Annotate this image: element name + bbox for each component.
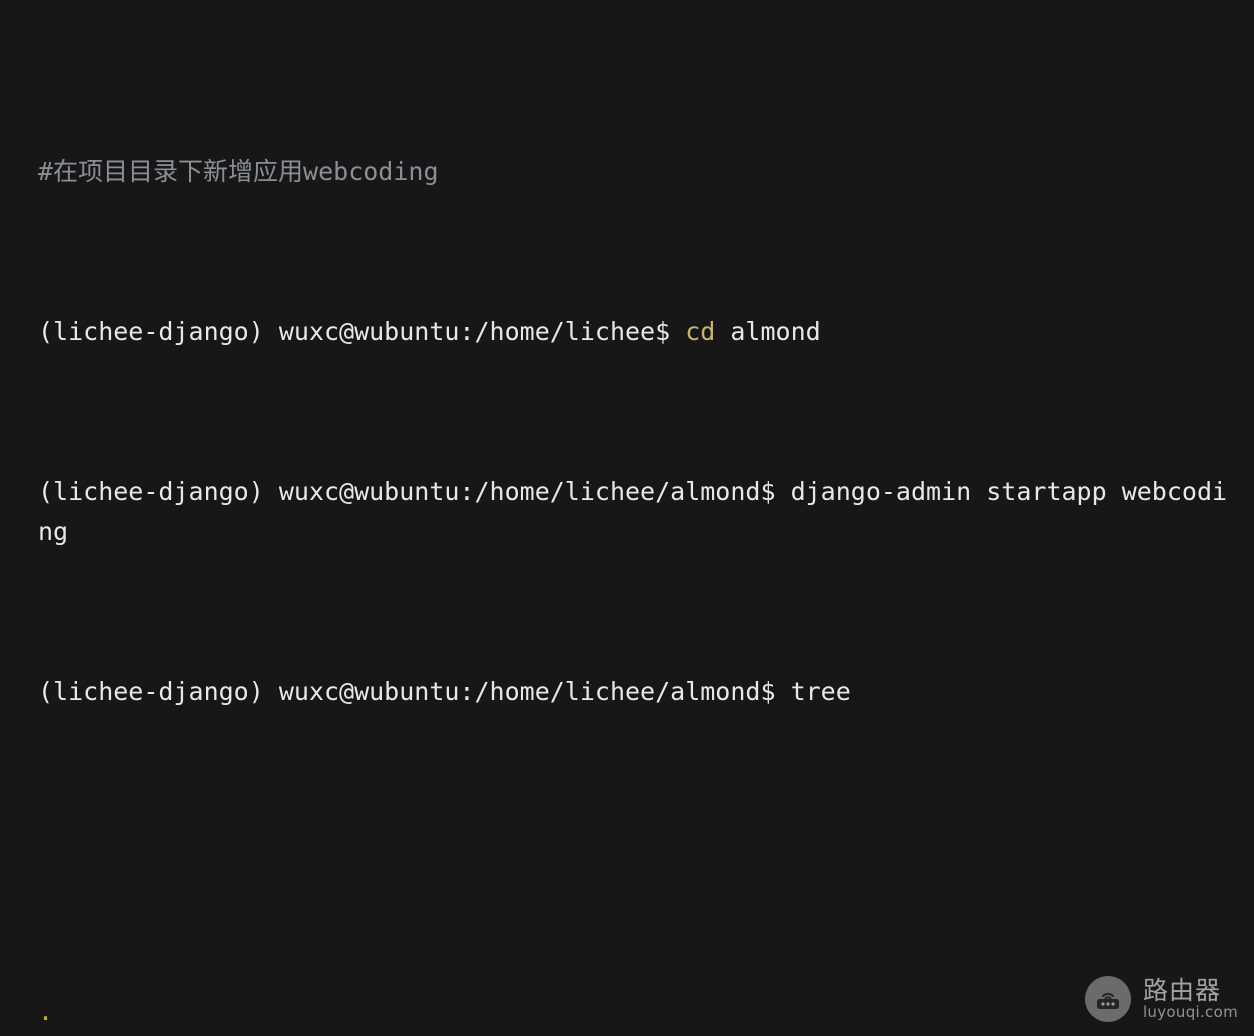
tree-root-node: . — [38, 997, 54, 1026]
command-tree: tree — [790, 677, 851, 706]
shell-prompt-1: (lichee-django) wuxc@wubuntu:/home/liche… — [38, 317, 686, 346]
terminal-output[interactable]: #在项目目录下新增应用webcoding (lichee-django) wux… — [38, 32, 1238, 1036]
terminal-comment-line: #在项目目录下新增应用webcoding — [38, 157, 439, 186]
terminal-screen: #在项目目录下新增应用webcoding (lichee-django) wux… — [0, 0, 1254, 1036]
watermark-text: 路由器 luyouqi.com — [1143, 977, 1238, 1020]
terminal-prompt-line-1: (lichee-django) wuxc@wubuntu:/home/liche… — [38, 312, 1238, 352]
shell-prompt-2: (lichee-django) wuxc@wubuntu:/home/liche… — [38, 477, 791, 506]
watermark: 路由器 luyouqi.com — [1084, 976, 1238, 1022]
terminal-prompt-line-3: (lichee-django) wuxc@wubuntu:/home/liche… — [38, 672, 1238, 712]
terminal-prompt-line-2: (lichee-django) wuxc@wubuntu:/home/liche… — [38, 472, 1238, 552]
router-icon — [1084, 976, 1131, 1022]
command-cd: cd — [685, 317, 716, 346]
watermark-title: 路由器 — [1142, 976, 1221, 1006]
command-cd-args: almond — [715, 317, 821, 346]
watermark-subtitle: luyouqi.com — [1142, 1003, 1238, 1022]
shell-prompt-3: (lichee-django) wuxc@wubuntu:/home/liche… — [38, 677, 791, 706]
